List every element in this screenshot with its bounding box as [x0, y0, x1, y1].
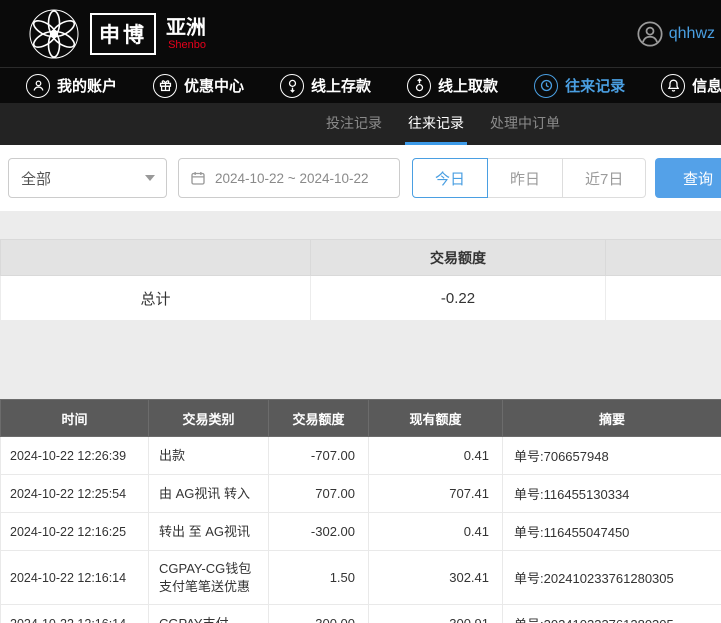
nav-item-label: 线上取款	[438, 78, 499, 95]
cell-time: 2024-10-22 12:25:54	[0, 474, 149, 513]
summary-header-empty	[605, 239, 721, 276]
summary-section: 交易额度 总计 -0.22	[0, 239, 721, 321]
summary-header-empty	[0, 239, 311, 276]
cell-memo: 单号:706657948	[502, 436, 721, 475]
nav-item-messages[interactable]: 信息	[661, 73, 721, 98]
nav-item-promotions[interactable]: 优惠中心	[153, 73, 245, 98]
cell-time: 2024-10-22 12:26:39	[0, 436, 149, 475]
records-header-row: 时间 交易类别 交易额度 现有额度 摘要	[0, 399, 721, 437]
cell-amount: -302.00	[268, 512, 369, 551]
cell-balance: 300.91	[368, 604, 503, 623]
type-filter-value: 全部	[21, 170, 52, 188]
tab-processing-orders[interactable]: 处理中订单	[487, 103, 563, 145]
summary-empty-cell	[605, 275, 721, 321]
today-button[interactable]: 今日	[412, 158, 489, 198]
cell-type: CGPAY支付	[148, 604, 269, 623]
cell-time: 2024-10-22 12:16:25	[0, 512, 149, 551]
records-table: 时间 交易类别 交易额度 现有额度 摘要 2024-10-22 12:26:39…	[0, 399, 721, 623]
cell-type: 出款	[148, 436, 269, 475]
cell-amount: 1.50	[268, 549, 369, 606]
cell-type: 转出 至 AG视讯	[148, 512, 269, 551]
yesterday-button[interactable]: 昨日	[487, 158, 564, 198]
summary-table: 交易额度 总计 -0.22	[0, 239, 721, 321]
table-row: 2024-10-22 12:16:14 CGPAY支付 300.00 300.9…	[0, 604, 721, 623]
cell-amount: 300.00	[268, 604, 369, 623]
nav-item-online-withdrawal[interactable]: 线上取款	[407, 73, 499, 98]
table-row: 2024-10-22 12:16:25 转出 至 AG视讯 -302.00 0.…	[0, 512, 721, 551]
top-brand-bar: 申博 亚洲 Shenbo qhhwz	[0, 0, 721, 67]
tab-betting-records[interactable]: 投注记录	[323, 103, 385, 145]
username-label[interactable]: qhhwz	[669, 25, 715, 43]
withdraw-icon	[407, 73, 432, 98]
filter-bar: 全部 2024-10-22 ~ 2024-10-22 今日 昨日 近7日 查询	[0, 145, 721, 211]
col-header-time: 时间	[0, 399, 149, 437]
col-header-amount: 交易额度	[268, 399, 369, 437]
date-range-input[interactable]: 2024-10-22 ~ 2024-10-22	[178, 158, 400, 198]
cell-balance: 0.41	[368, 512, 503, 551]
cell-amount: 707.00	[268, 474, 369, 513]
cell-time: 2024-10-22 12:16:14	[0, 549, 149, 606]
records-tab-bar: 投注记录 往来记录 处理中订单	[0, 103, 721, 145]
date-range-value: 2024-10-22 ~ 2024-10-22	[215, 170, 369, 186]
col-header-type: 交易类别	[148, 399, 269, 437]
cell-balance: 707.41	[368, 474, 503, 513]
cell-type: CGPAY-CG钱包支付笔笔送优惠	[148, 549, 269, 606]
nav-item-label: 优惠中心	[184, 78, 245, 95]
nav-item-label: 往来记录	[565, 78, 626, 95]
brand-region-group: 亚洲 Shenbo	[166, 17, 206, 51]
user-icon	[26, 73, 50, 98]
type-filter-select[interactable]: 全部	[8, 158, 167, 198]
cell-memo: 单号:202410233761280305	[502, 549, 721, 606]
summary-total-label: 总计	[0, 275, 311, 321]
table-row: 2024-10-22 12:16:14 CGPAY-CG钱包支付笔笔送优惠 1.…	[0, 549, 721, 606]
cell-amount: -707.00	[268, 436, 369, 475]
cell-balance: 0.41	[368, 436, 503, 475]
chevron-down-icon	[145, 175, 155, 181]
brand-english-label: Shenbo	[168, 38, 206, 51]
nav-item-online-deposit[interactable]: 线上存款	[280, 73, 372, 98]
summary-header-row: 交易额度	[0, 239, 721, 276]
brand-region-label: 亚洲	[166, 16, 206, 39]
brand-logo-group: 申博 亚洲 Shenbo	[28, 8, 206, 60]
summary-header-amount: 交易额度	[310, 239, 606, 276]
lotus-flower-logo-icon	[29, 9, 79, 58]
nav-item-label: 我的账户	[57, 78, 118, 95]
query-button[interactable]: 查询	[655, 158, 721, 198]
summary-total-value: -0.22	[310, 275, 606, 321]
cell-time: 2024-10-22 12:16:14	[0, 604, 149, 623]
cell-memo: 单号:202410233761280305	[502, 604, 721, 623]
table-row: 2024-10-22 12:25:54 由 AG视讯 转入 707.00 707…	[0, 474, 721, 513]
cell-type: 由 AG视讯 转入	[148, 474, 269, 513]
col-header-memo: 摘要	[502, 399, 721, 437]
user-account-area[interactable]: qhhwz	[636, 20, 715, 48]
tab-transaction-records[interactable]: 往来记录	[405, 103, 467, 145]
bell-icon	[661, 73, 686, 98]
brand-name-box: 申博	[90, 12, 156, 55]
nav-item-my-account[interactable]: 我的账户	[26, 73, 118, 98]
gift-icon	[153, 73, 178, 98]
nav-item-transaction-records[interactable]: 往来记录	[534, 73, 626, 98]
nav-item-label: 线上存款	[311, 78, 372, 95]
col-header-balance: 现有额度	[368, 399, 503, 437]
deposit-icon	[280, 73, 305, 98]
records-icon	[534, 73, 559, 98]
table-row: 2024-10-22 12:26:39 出款 -707.00 0.41 单号:7…	[0, 436, 721, 475]
calendar-icon	[191, 172, 205, 185]
last-7-days-button[interactable]: 近7日	[562, 158, 647, 198]
main-navigation: 我的账户 优惠中心 线上存款 线上取款 往来记录 信息	[0, 67, 721, 103]
cell-memo: 单号:116455047450	[502, 512, 721, 551]
nav-item-label: 信息	[692, 78, 721, 95]
records-section: 时间 交易类别 交易额度 现有额度 摘要 2024-10-22 12:26:39…	[0, 399, 721, 623]
cell-balance: 302.41	[368, 549, 503, 606]
user-avatar-icon	[637, 20, 663, 47]
cell-memo: 单号:116455130334	[502, 474, 721, 513]
summary-total-row: 总计 -0.22	[0, 275, 721, 321]
